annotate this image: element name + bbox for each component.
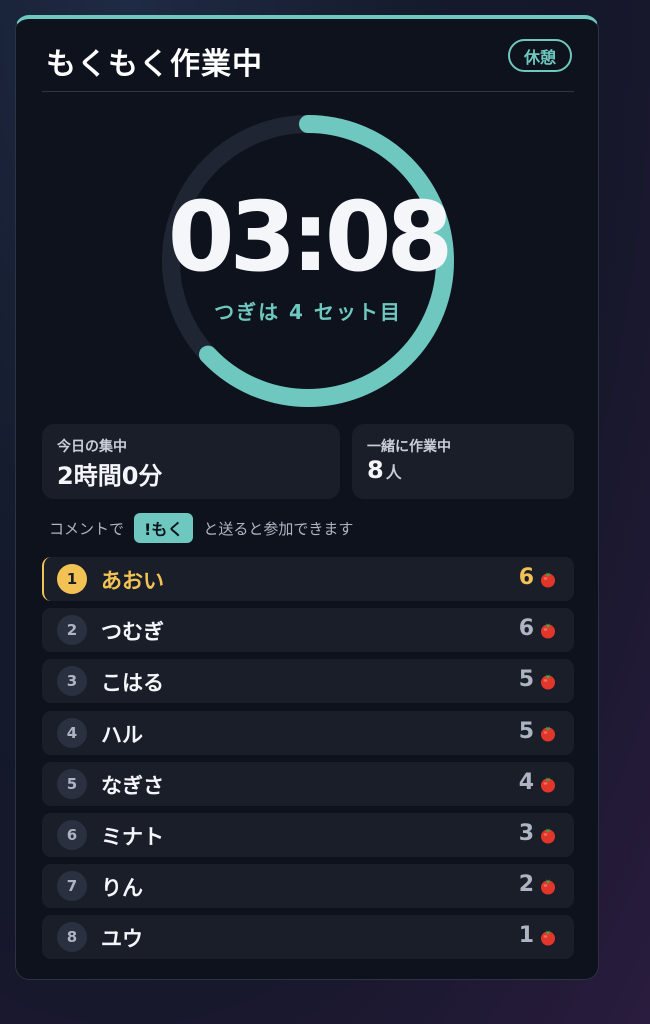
working-together-value: 8人	[367, 456, 402, 484]
rank-number: 8	[57, 922, 87, 953]
rank-tomato-count: 6	[518, 616, 534, 642]
rank-number: 1	[57, 564, 87, 594]
card-header: もくもく作業中 休憩	[42, 19, 574, 92]
join-command-badge: !もく	[134, 513, 194, 543]
ranking-row: 7 りん 2	[42, 864, 574, 909]
join-instruction-after: と送ると参加できます	[203, 519, 354, 538]
rank-tomato-count: 1	[518, 923, 534, 949]
tomato-icon	[541, 623, 555, 639]
rank-user-name: つむぎ	[101, 620, 164, 645]
timer-display: 03:08	[167, 181, 454, 293]
tomato-icon	[541, 674, 555, 690]
tomato-icon	[541, 572, 555, 588]
focus-timer-card: もくもく作業中 休憩 03:08 つぎは 4 セット目 今日の集中 2時間0分 …	[15, 15, 599, 980]
ranking-row: 6 ミナト 3	[42, 813, 574, 857]
break-button[interactable]: 休憩	[508, 39, 572, 72]
rank-user-name: あおい	[101, 569, 164, 593]
join-instruction-before: コメントで	[49, 519, 125, 538]
today-focus-value: 2時間0分	[57, 462, 163, 490]
working-together-count: 8	[367, 456, 384, 484]
rank-user-name: りん	[101, 876, 143, 901]
today-focus-label: 今日の集中	[57, 439, 127, 455]
rank-tomato-count: 2	[518, 872, 534, 898]
tomato-icon	[541, 828, 555, 844]
rank-user-name: こはる	[101, 671, 164, 696]
rank-tomato-count: 4	[518, 769, 534, 795]
rank-tomato-count: 5	[518, 667, 534, 693]
rank-number: 5	[57, 768, 87, 799]
working-together-stat: 一緒に作業中 8人	[352, 424, 574, 499]
next-set-label: つぎは 4 セット目	[214, 300, 402, 324]
rank-tomato-count: 3	[518, 821, 534, 846]
rank-tomato-count: 5	[518, 718, 534, 744]
rank-user-name: ミナト	[101, 825, 164, 849]
today-focus-stat: 今日の集中 2時間0分	[42, 424, 340, 499]
ranking-row: 2 つむぎ 6	[42, 608, 574, 653]
ranking-row: 8 ユウ 1	[42, 915, 574, 960]
rank-number: 7	[57, 871, 87, 902]
rank-user-name: ユウ	[101, 927, 143, 952]
working-together-label: 一緒に作業中	[367, 439, 451, 455]
tomato-icon	[541, 879, 555, 895]
join-instruction: コメントで !もく と送ると参加できます	[49, 512, 353, 544]
ranking-row: 1 あおい 6	[42, 557, 574, 601]
ranking-row: 5 なぎさ 4	[42, 761, 574, 806]
rank-number: 6	[57, 820, 87, 850]
rank-number: 3	[57, 666, 87, 697]
rank-number: 2	[57, 615, 87, 646]
rank-user-name: ハル	[101, 722, 143, 747]
ranking-row: 4 ハル 5	[42, 710, 574, 755]
working-together-unit: 人	[385, 463, 402, 482]
timer-ring: 03:08 つぎは 4 セット目	[161, 114, 455, 408]
ranking-row: 3 こはる 5	[42, 659, 574, 704]
rank-user-name: なぎさ	[101, 773, 164, 798]
rank-number: 4	[57, 717, 87, 748]
tomato-icon	[541, 776, 555, 793]
page-title: もくもく作業中	[46, 47, 263, 82]
tomato-icon	[541, 930, 555, 946]
rank-tomato-count: 6	[518, 565, 534, 590]
tomato-icon	[541, 725, 555, 742]
